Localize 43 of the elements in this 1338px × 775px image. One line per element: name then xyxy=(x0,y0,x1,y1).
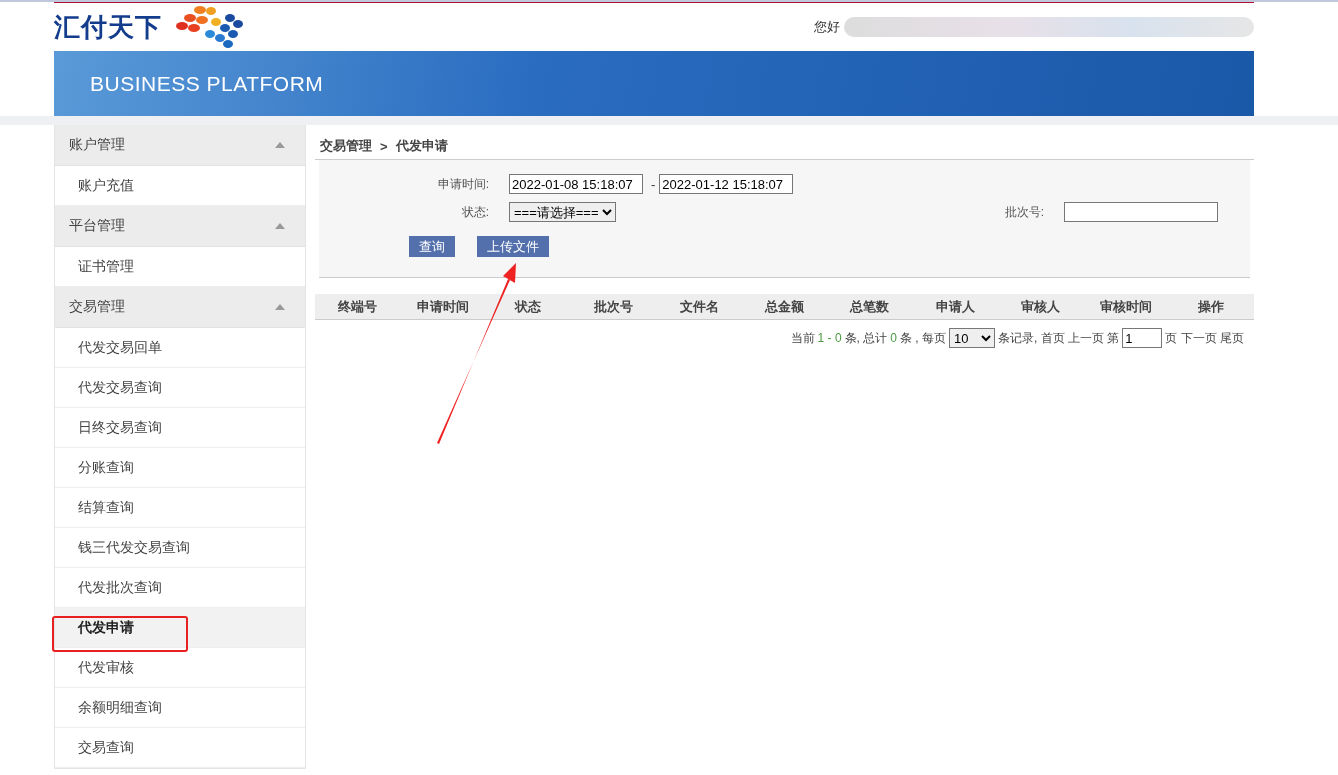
status-select[interactable]: ===请选择=== xyxy=(509,202,616,222)
pager-text: 页 下一页 尾页 xyxy=(1165,329,1244,347)
breadcrumb-separator: > xyxy=(380,138,388,154)
field-label: 状态: xyxy=(460,203,490,221)
column-header: 状态 xyxy=(513,297,543,316)
column-header: 审核时间 xyxy=(1098,297,1153,316)
batch-number-field[interactable] xyxy=(1064,202,1218,222)
column-header: 总金额 xyxy=(763,297,805,316)
greeting-text: 您好 xyxy=(814,18,840,36)
sidebar-group-header[interactable]: 账户管理 xyxy=(55,125,305,166)
column-header: 总笔数 xyxy=(848,297,891,316)
sidebar-group-header[interactable]: 交易管理 xyxy=(55,287,305,328)
group-title: 账户管理 xyxy=(69,136,125,154)
pager-text: 条记录, 首页 上一页 第 xyxy=(998,329,1120,347)
column-header: 审核人 xyxy=(1020,297,1062,316)
upload-button[interactable]: 上传文件 xyxy=(477,236,549,257)
end-time-field[interactable]: 2022-01-12 15:18:07 xyxy=(659,174,794,194)
record-range: 1 - 0 xyxy=(817,331,842,345)
range-dash: - xyxy=(651,176,656,192)
field-label: 申请时间: xyxy=(436,175,490,193)
group-title: 平台管理 xyxy=(69,217,125,235)
sidebar-group-header[interactable]: 平台管理 xyxy=(55,206,305,247)
pager-text: 条 , 每页 xyxy=(899,329,946,347)
logo-text: 汇付天下 xyxy=(54,10,162,44)
pager-text: 条, 总计 xyxy=(844,329,888,347)
column-header: 申请时间 xyxy=(416,297,471,316)
column-header: 批次号 xyxy=(593,297,635,316)
column-header: 操作 xyxy=(1197,297,1226,316)
record-total: 0 xyxy=(890,331,897,345)
start-time-field[interactable]: 2022-01-08 15:18:07 xyxy=(509,174,643,194)
breadcrumb-current: 代发申请 xyxy=(395,137,448,155)
group-title: 交易管理 xyxy=(69,298,125,316)
field-label: 批次号: xyxy=(1003,203,1045,221)
sidebar-item[interactable]: 代发申请 xyxy=(55,608,305,648)
pager-text: 当前 xyxy=(790,329,815,347)
column-header: 终端号 xyxy=(337,297,379,316)
page-number-field[interactable]: 1 xyxy=(1122,328,1163,348)
column-header: 文件名 xyxy=(678,297,720,316)
page-size-select[interactable]: 10 xyxy=(949,328,995,348)
query-button[interactable]: 查询 xyxy=(409,236,455,257)
banner-title: BUSINESS PLATFORM xyxy=(90,71,324,96)
breadcrumb-link[interactable]: 交易管理 xyxy=(320,137,372,155)
column-header: 申请人 xyxy=(934,297,976,316)
